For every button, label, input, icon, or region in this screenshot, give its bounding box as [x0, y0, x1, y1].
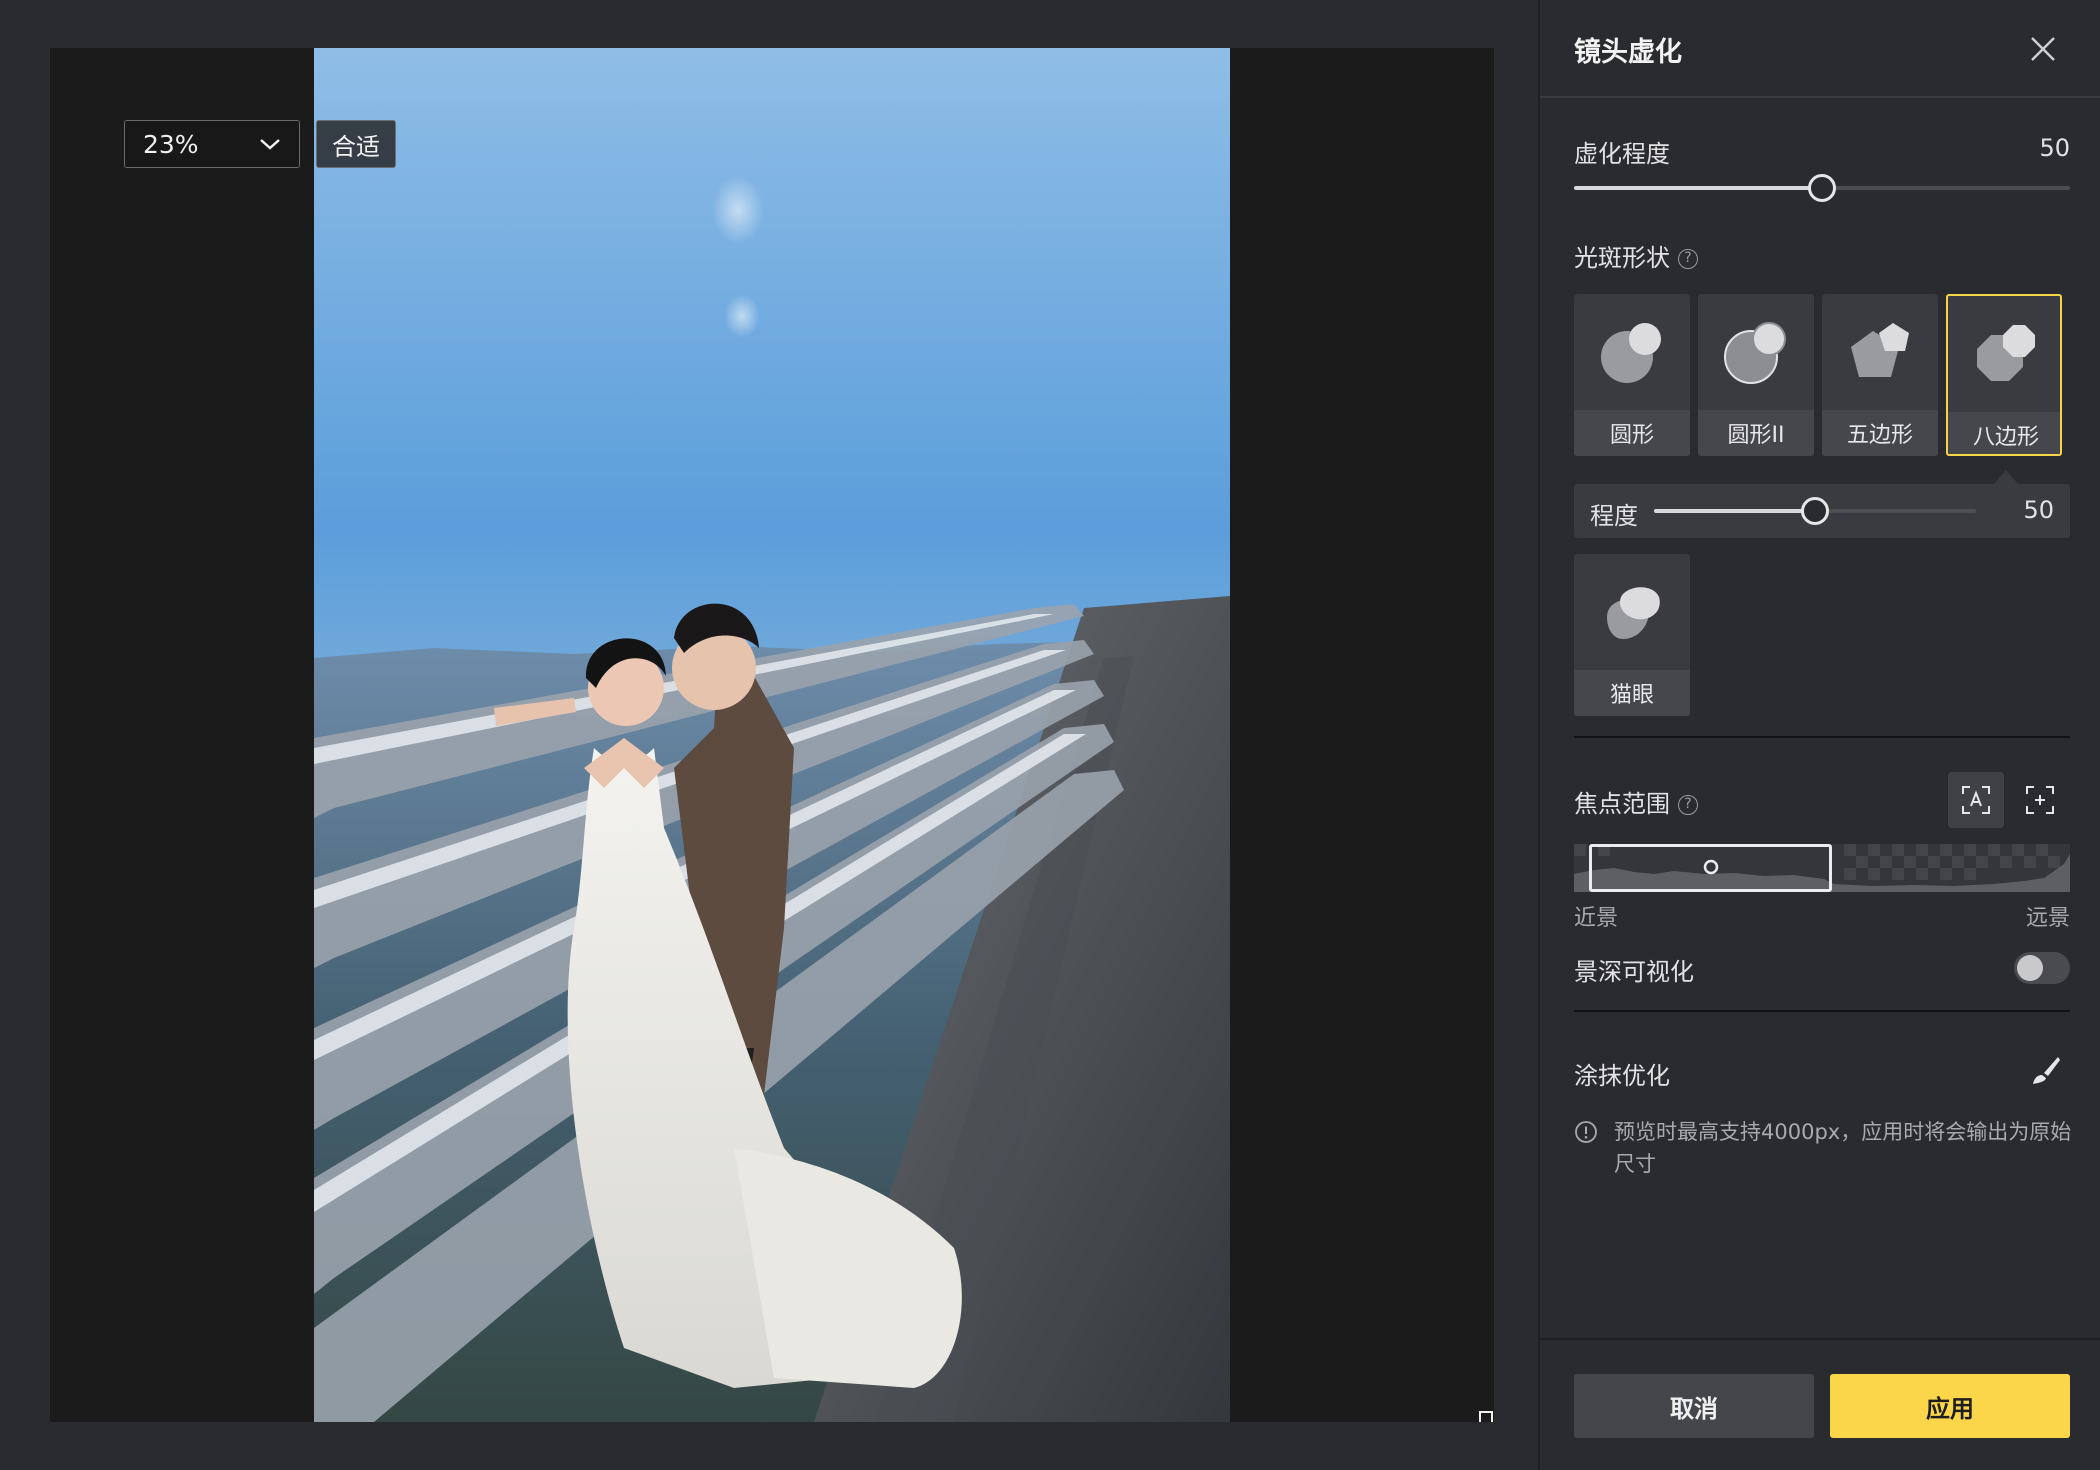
- octagon-bokeh-icon: [1977, 325, 2035, 381]
- bokeh-shape-pentagon-label: 五边形: [1822, 410, 1938, 456]
- circle-bokeh-icon: [1601, 323, 1661, 383]
- far-label: 远景: [2025, 906, 2070, 931]
- zoom-select[interactable]: 23%: [124, 120, 300, 168]
- bokeh-strength-slider[interactable]: [1654, 497, 1976, 525]
- bokeh-shape-circle[interactable]: 圆形: [1574, 294, 1690, 456]
- help-icon[interactable]: ?: [1678, 795, 1698, 815]
- circle-ii-bokeh-icon: [1724, 322, 1786, 384]
- toggle-knob: [2017, 955, 2043, 981]
- depth-visualization-toggle[interactable]: [2014, 952, 2070, 984]
- close-button[interactable]: [2026, 32, 2060, 66]
- preview-photo: [314, 48, 1230, 1422]
- canvas-area: 23% 合适: [0, 0, 1538, 1470]
- blur-amount-value: 50: [2039, 134, 2070, 162]
- brush-icon: [2033, 1057, 2060, 1084]
- focus-range-window[interactable]: [1588, 844, 1832, 892]
- info-icon: [1575, 1121, 1597, 1143]
- cats-eye-bokeh-icon: [1607, 587, 1660, 639]
- bokeh-shape-circle-ii[interactable]: 圆形II: [1698, 294, 1814, 456]
- close-icon: [2031, 37, 2055, 61]
- divider: [1574, 736, 2070, 738]
- bokeh-shape-cats-eye[interactable]: 猫眼: [1574, 554, 1690, 716]
- auto-focus-button[interactable]: [1948, 772, 2004, 828]
- focus-point-icon: [1703, 859, 1719, 875]
- focus-range-histogram[interactable]: [1574, 844, 2070, 892]
- panel-title: 镜头虚化: [1574, 37, 1682, 68]
- fit-button[interactable]: 合适: [316, 120, 396, 168]
- help-icon[interactable]: ?: [1678, 249, 1698, 269]
- bokeh-shape-label: 光斑形状: [1574, 244, 1670, 272]
- bokeh-shape-octagon-label: 八边形: [1948, 412, 2060, 454]
- bokeh-shape-circle-label: 圆形: [1574, 410, 1690, 456]
- blur-amount-slider-fill: [1574, 186, 1822, 190]
- canvas-stage: 23% 合适: [50, 48, 1494, 1422]
- bokeh-shape-heading: 光斑形状?: [1574, 238, 1698, 273]
- crosshair-focus-icon: [2026, 786, 2054, 814]
- bokeh-strength-slider-fill: [1654, 509, 1815, 513]
- bokeh-strength-row: 程度 50: [1574, 484, 2070, 538]
- pentagon-bokeh-icon: [1851, 323, 1909, 377]
- chevron-down-icon: [260, 139, 280, 150]
- photo-scene: [314, 48, 1230, 1422]
- blur-amount-label: 虚化程度: [1574, 140, 1670, 168]
- near-label: 近景: [1574, 906, 1619, 931]
- focus-range-heading: 焦点范围?: [1574, 784, 1698, 819]
- panel-header: 镜头虚化: [1540, 0, 2100, 98]
- strength-pointer: [1994, 470, 2018, 484]
- panel-footer: 取消 应用: [1540, 1338, 2100, 1470]
- depth-visualization-label: 景深可视化: [1574, 958, 1694, 986]
- manual-focus-button[interactable]: [2012, 772, 2068, 828]
- auto-focus-icon: [1962, 786, 1990, 814]
- compare-button[interactable]: [1478, 1406, 1494, 1422]
- brush-button[interactable]: [2018, 1042, 2074, 1098]
- bokeh-shape-octagon[interactable]: 八边形: [1946, 294, 2062, 456]
- focus-range-label: 焦点范围: [1574, 790, 1670, 818]
- lens-blur-panel: 镜头虚化 虚化程度 50 光斑形状? 圆形 圆形II 五边形 八边形 程度 50…: [1538, 0, 2100, 1470]
- bokeh-shape-circle-ii-label: 圆形II: [1698, 410, 1814, 456]
- cancel-button[interactable]: 取消: [1574, 1374, 1814, 1438]
- blur-amount-slider[interactable]: [1574, 174, 2070, 202]
- bokeh-strength-label: 程度: [1590, 502, 1638, 530]
- compare-icon: [1479, 1411, 1493, 1422]
- bokeh-shape-cats-eye-label: 猫眼: [1574, 670, 1690, 716]
- zoom-value: 23%: [143, 129, 199, 159]
- apply-button[interactable]: 应用: [1830, 1374, 2070, 1438]
- brush-optimize-label: 涂抹优化: [1574, 1062, 1670, 1090]
- notice-text: 预览时最高支持4000px，应用时将会输出为原始尺寸: [1614, 1120, 2072, 1176]
- bokeh-shape-pentagon[interactable]: 五边形: [1822, 294, 1938, 456]
- divider: [1574, 1010, 2070, 1012]
- bokeh-strength-slider-thumb[interactable]: [1801, 497, 1829, 525]
- blur-amount-slider-thumb[interactable]: [1808, 174, 1836, 202]
- bokeh-strength-value: 50: [2023, 496, 2054, 524]
